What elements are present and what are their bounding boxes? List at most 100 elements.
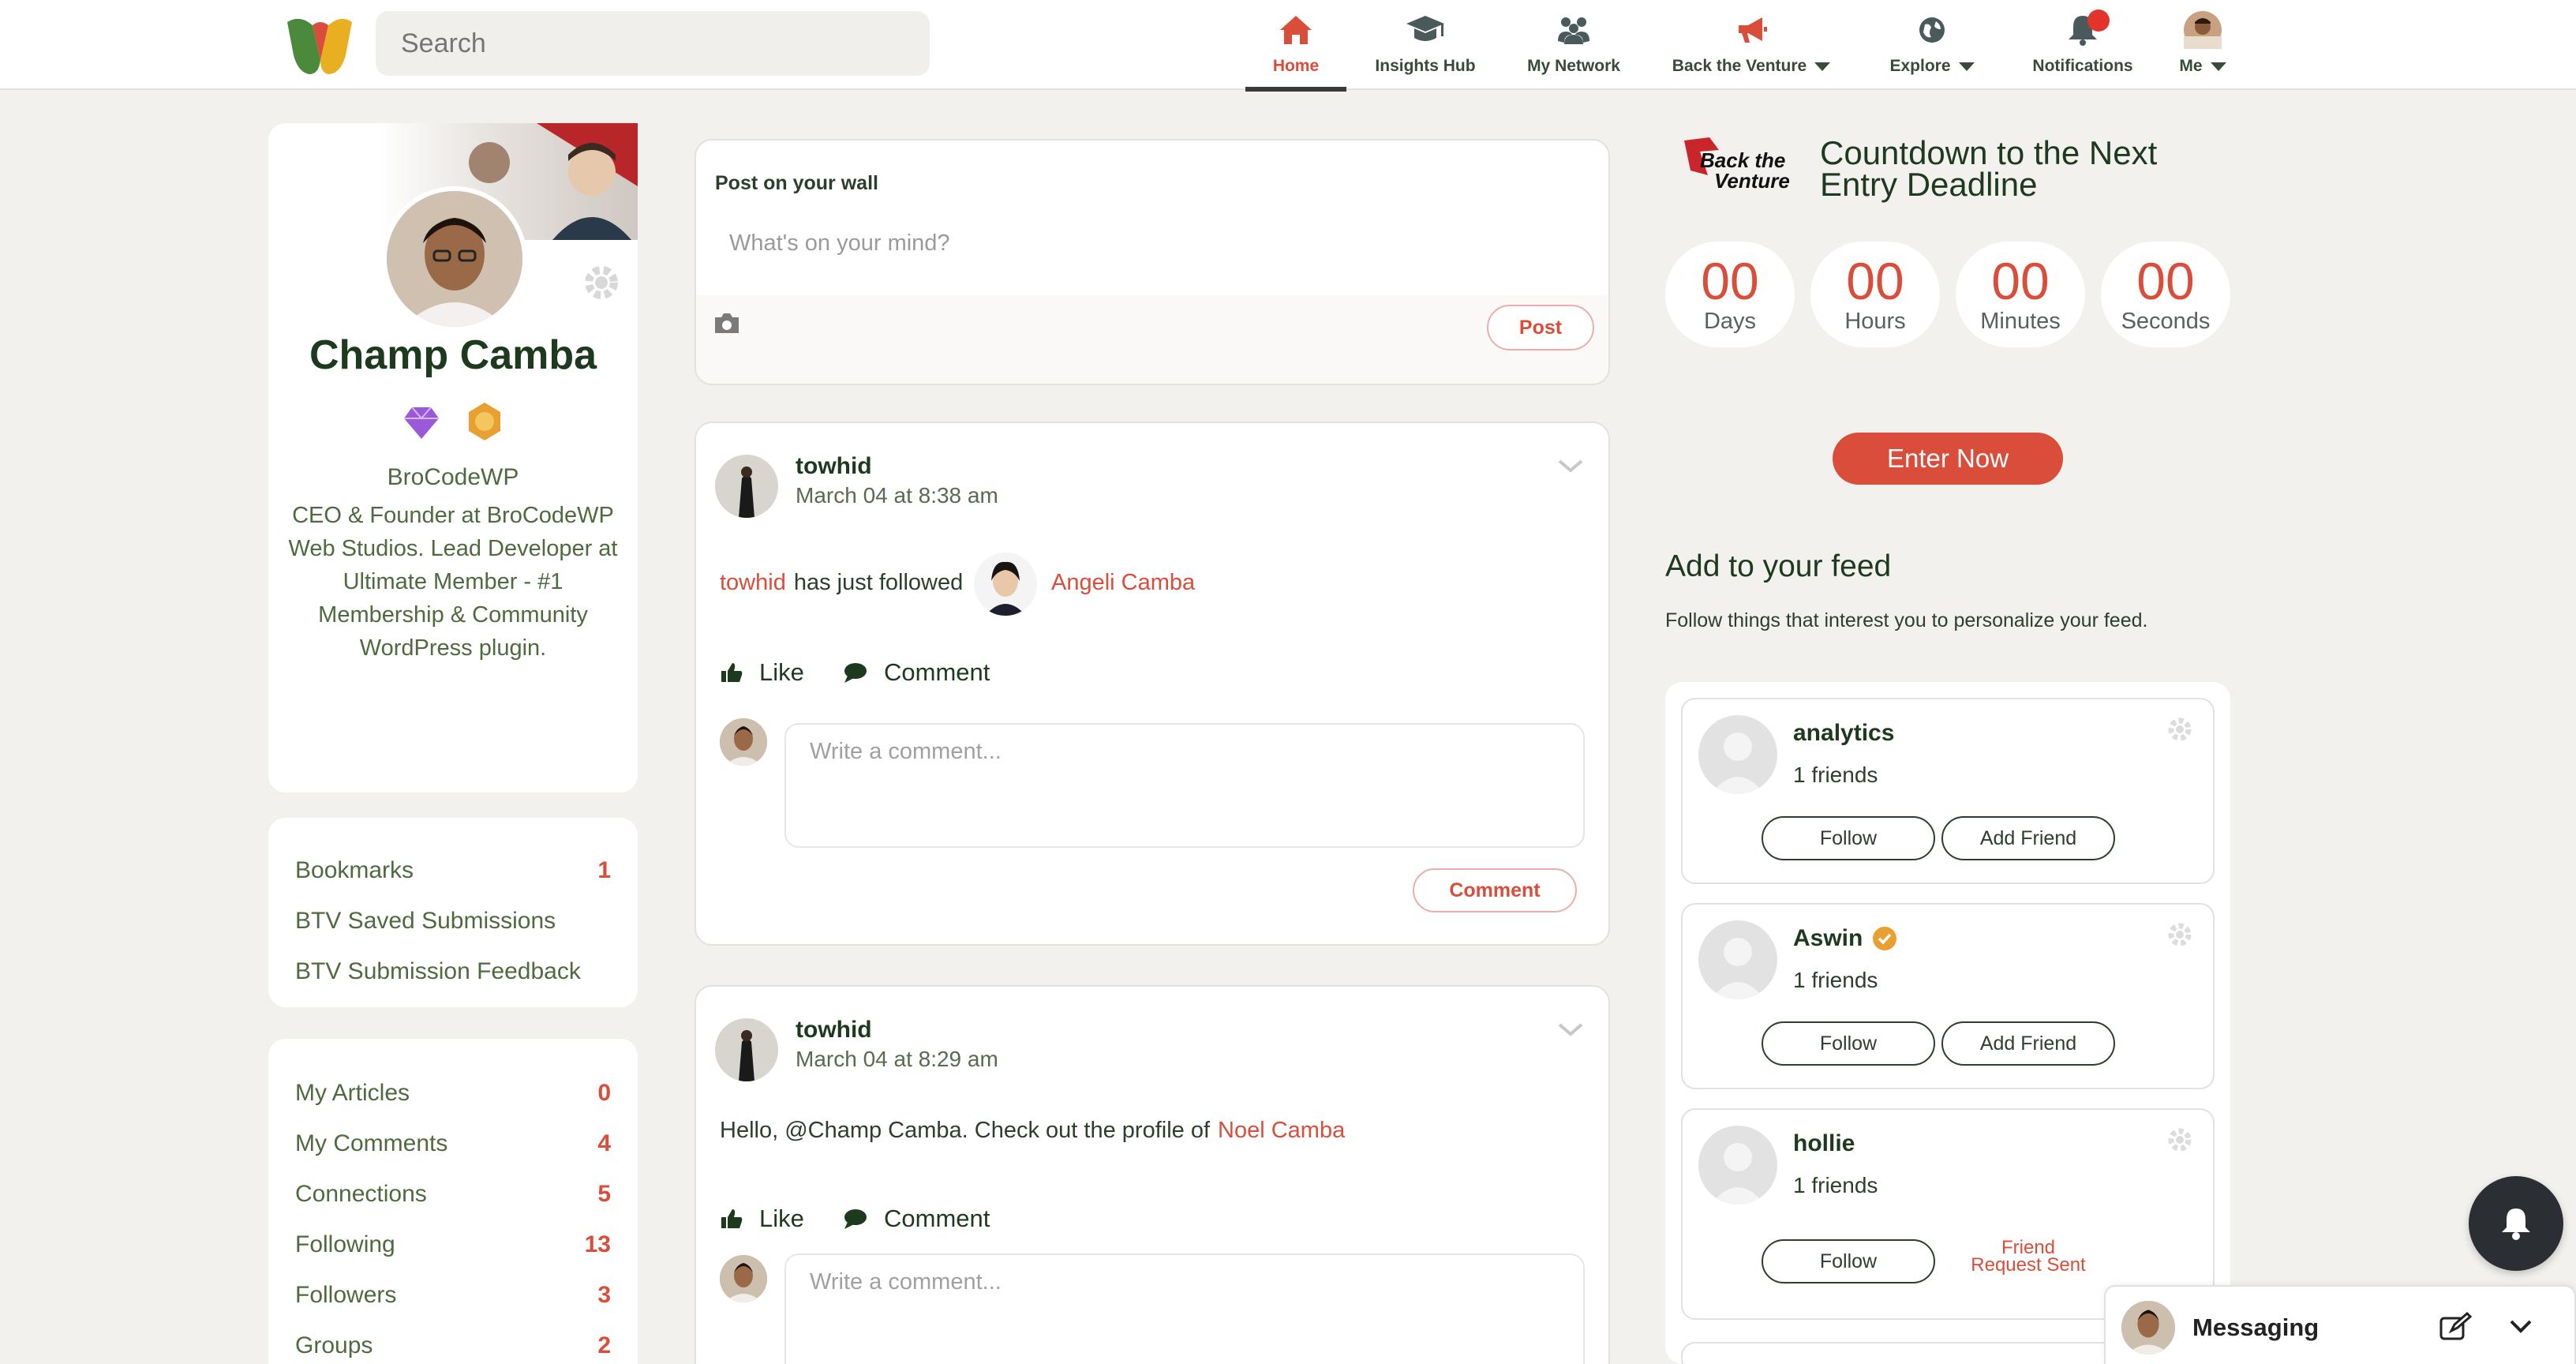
profile-company: BroCodeWP — [387, 464, 519, 490]
chevron-down-icon[interactable] — [2508, 1318, 2533, 1336]
follow-button[interactable]: Follow — [1762, 1021, 1935, 1066]
followed-user-avatar[interactable] — [974, 553, 1037, 616]
stat-groups[interactable]: Groups 2 — [295, 1332, 611, 1359]
suggestion-name[interactable]: hollie — [1793, 1130, 1855, 1157]
shortcut-btv-submission-feedback[interactable]: BTV Submission Feedback — [295, 958, 611, 985]
graduation-cap-icon — [1406, 16, 1444, 41]
countdown-label: Seconds — [2121, 308, 2211, 334]
gear-icon[interactable] — [581, 262, 622, 303]
suggestion-name-text: hollie — [1793, 1130, 1855, 1156]
nav-explore-label: Explore — [1889, 57, 1951, 75]
suggestion-name[interactable]: analytics — [1793, 720, 1894, 747]
post-author-avatar[interactable] — [715, 1018, 778, 1081]
gear-icon[interactable] — [2166, 920, 2194, 949]
default-avatar[interactable] — [1698, 715, 1777, 794]
stat-my-articles[interactable]: My Articles 0 — [295, 1080, 611, 1107]
default-avatar[interactable] — [1698, 1126, 1777, 1205]
nav-back-the-venture[interactable]: Back the Venture — [1665, 0, 1837, 90]
chevron-down-icon — [2210, 62, 2226, 71]
stat-connections[interactable]: Connections 5 — [295, 1181, 611, 1208]
site-logo[interactable] — [284, 11, 355, 77]
add-friend-button[interactable]: Add Friend — [1941, 1021, 2115, 1066]
composer-title: Post on your wall — [715, 172, 878, 194]
nav-insights-hub[interactable]: Insights Hub — [1362, 0, 1488, 90]
messaging-dock[interactable]: Messaging — [2104, 1285, 2576, 1364]
post-date: March 04 at 8:29 am — [796, 1047, 998, 1071]
nav-explore[interactable]: Explore — [1881, 0, 1983, 90]
post-author-name[interactable]: towhid — [796, 453, 872, 480]
stat-count: 5 — [597, 1181, 611, 1207]
nav-insights-hub-label: Insights Hub — [1375, 57, 1476, 75]
post-button[interactable]: Post — [1487, 305, 1594, 350]
profile-avatar[interactable] — [382, 186, 527, 332]
nav-me-label: Me — [2179, 57, 2203, 75]
chevron-down-icon[interactable] — [1556, 456, 1585, 475]
medal-badge-icon — [469, 403, 500, 440]
nav-notifications[interactable]: Notifications — [2024, 0, 2142, 90]
stat-count: 2 — [597, 1332, 611, 1358]
post-author-name[interactable]: towhid — [796, 1017, 872, 1044]
nav-me[interactable]: Me — [2169, 0, 2237, 90]
stat-count: 3 — [597, 1282, 611, 1308]
post-text: Hello, @Champ Camba. Check out the profi… — [720, 1118, 1345, 1144]
submit-comment-button[interactable]: Comment — [1413, 868, 1577, 912]
post-user-link[interactable]: towhid — [720, 570, 786, 596]
author-photo — [715, 1018, 778, 1081]
author-photo — [715, 455, 778, 518]
megaphone-icon — [1739, 17, 1767, 43]
notification-badge — [2087, 9, 2110, 32]
compose-message-icon[interactable] — [2439, 1312, 2472, 1342]
add-friend-button[interactable]: Add Friend — [1941, 816, 2115, 860]
post-author-avatar[interactable] — [715, 455, 778, 518]
people-icon — [1558, 17, 1589, 44]
user-silhouette-icon — [1711, 1143, 1765, 1205]
bell-icon — [2502, 1208, 2530, 1240]
nav-my-network[interactable]: My Network — [1515, 0, 1632, 90]
floating-notification-button[interactable] — [2469, 1176, 2563, 1271]
search-input[interactable] — [376, 11, 930, 76]
post-text: towhid has just followed — [720, 570, 963, 596]
suggestion-friends-count: 1 friends — [1793, 968, 1878, 992]
user-silhouette-icon — [1711, 733, 1765, 794]
feed-suggestion-item: Aswin 1 friends Follow Add Friend — [1681, 903, 2215, 1089]
comment-action-button[interactable]: Comment — [843, 1205, 990, 1233]
comment-input[interactable]: Write a comment... — [784, 723, 1585, 848]
like-button[interactable]: Like — [720, 658, 804, 687]
suggestion-friends-count: 1 friends — [1793, 763, 1878, 787]
like-button[interactable]: Like — [720, 1205, 804, 1233]
gear-icon[interactable] — [2166, 715, 2194, 744]
stat-followers[interactable]: Followers 3 — [295, 1282, 611, 1309]
countdown-label: Hours — [1844, 308, 1906, 334]
default-avatar[interactable] — [1698, 920, 1777, 999]
nav-home-label: Home — [1272, 57, 1320, 75]
profile-link[interactable]: Noel Camba — [1218, 1118, 1345, 1144]
countdown-value: 00 — [2136, 251, 2195, 310]
chevron-down-icon[interactable] — [1556, 1020, 1585, 1039]
shortcut-btv-saved-submissions[interactable]: BTV Saved Submissions — [295, 908, 611, 935]
suggestion-name[interactable]: Aswin — [1793, 925, 1897, 952]
stat-following[interactable]: Following 13 — [295, 1231, 611, 1258]
follow-button[interactable]: Follow — [1762, 1239, 1935, 1283]
composer-input[interactable]: What's on your mind? — [729, 230, 950, 257]
gear-icon[interactable] — [2166, 1126, 2194, 1154]
current-user-photo — [720, 1255, 767, 1302]
stat-my-comments[interactable]: My Comments 4 — [295, 1130, 611, 1157]
nav-home[interactable]: Home — [1245, 0, 1346, 92]
verified-badge-icon — [1873, 927, 1897, 950]
enter-now-button[interactable]: Enter Now — [1833, 433, 2063, 485]
suggestion-name-text: Aswin — [1793, 925, 1863, 951]
current-user-photo — [2121, 1301, 2175, 1355]
camera-icon[interactable] — [712, 311, 742, 336]
stat-label: Groups — [295, 1332, 373, 1358]
comment-action-button[interactable]: Comment — [843, 658, 990, 687]
like-label: Like — [759, 1205, 804, 1232]
stat-label: Followers — [295, 1282, 397, 1308]
feed-post: towhid March 04 at 8:38 am towhid has ju… — [695, 422, 1610, 946]
suggestion-name-text: analytics — [1793, 720, 1895, 746]
follow-button[interactable]: Follow — [1762, 816, 1935, 860]
comment-input[interactable]: Write a comment... — [784, 1253, 1585, 1364]
speech-bubble-icon — [844, 1209, 867, 1229]
followed-user-link[interactable]: Angeli Camba — [1051, 570, 1195, 596]
thumbs-up-icon — [721, 663, 743, 682]
shortcut-bookmarks[interactable]: Bookmarks 1 — [295, 857, 611, 884]
